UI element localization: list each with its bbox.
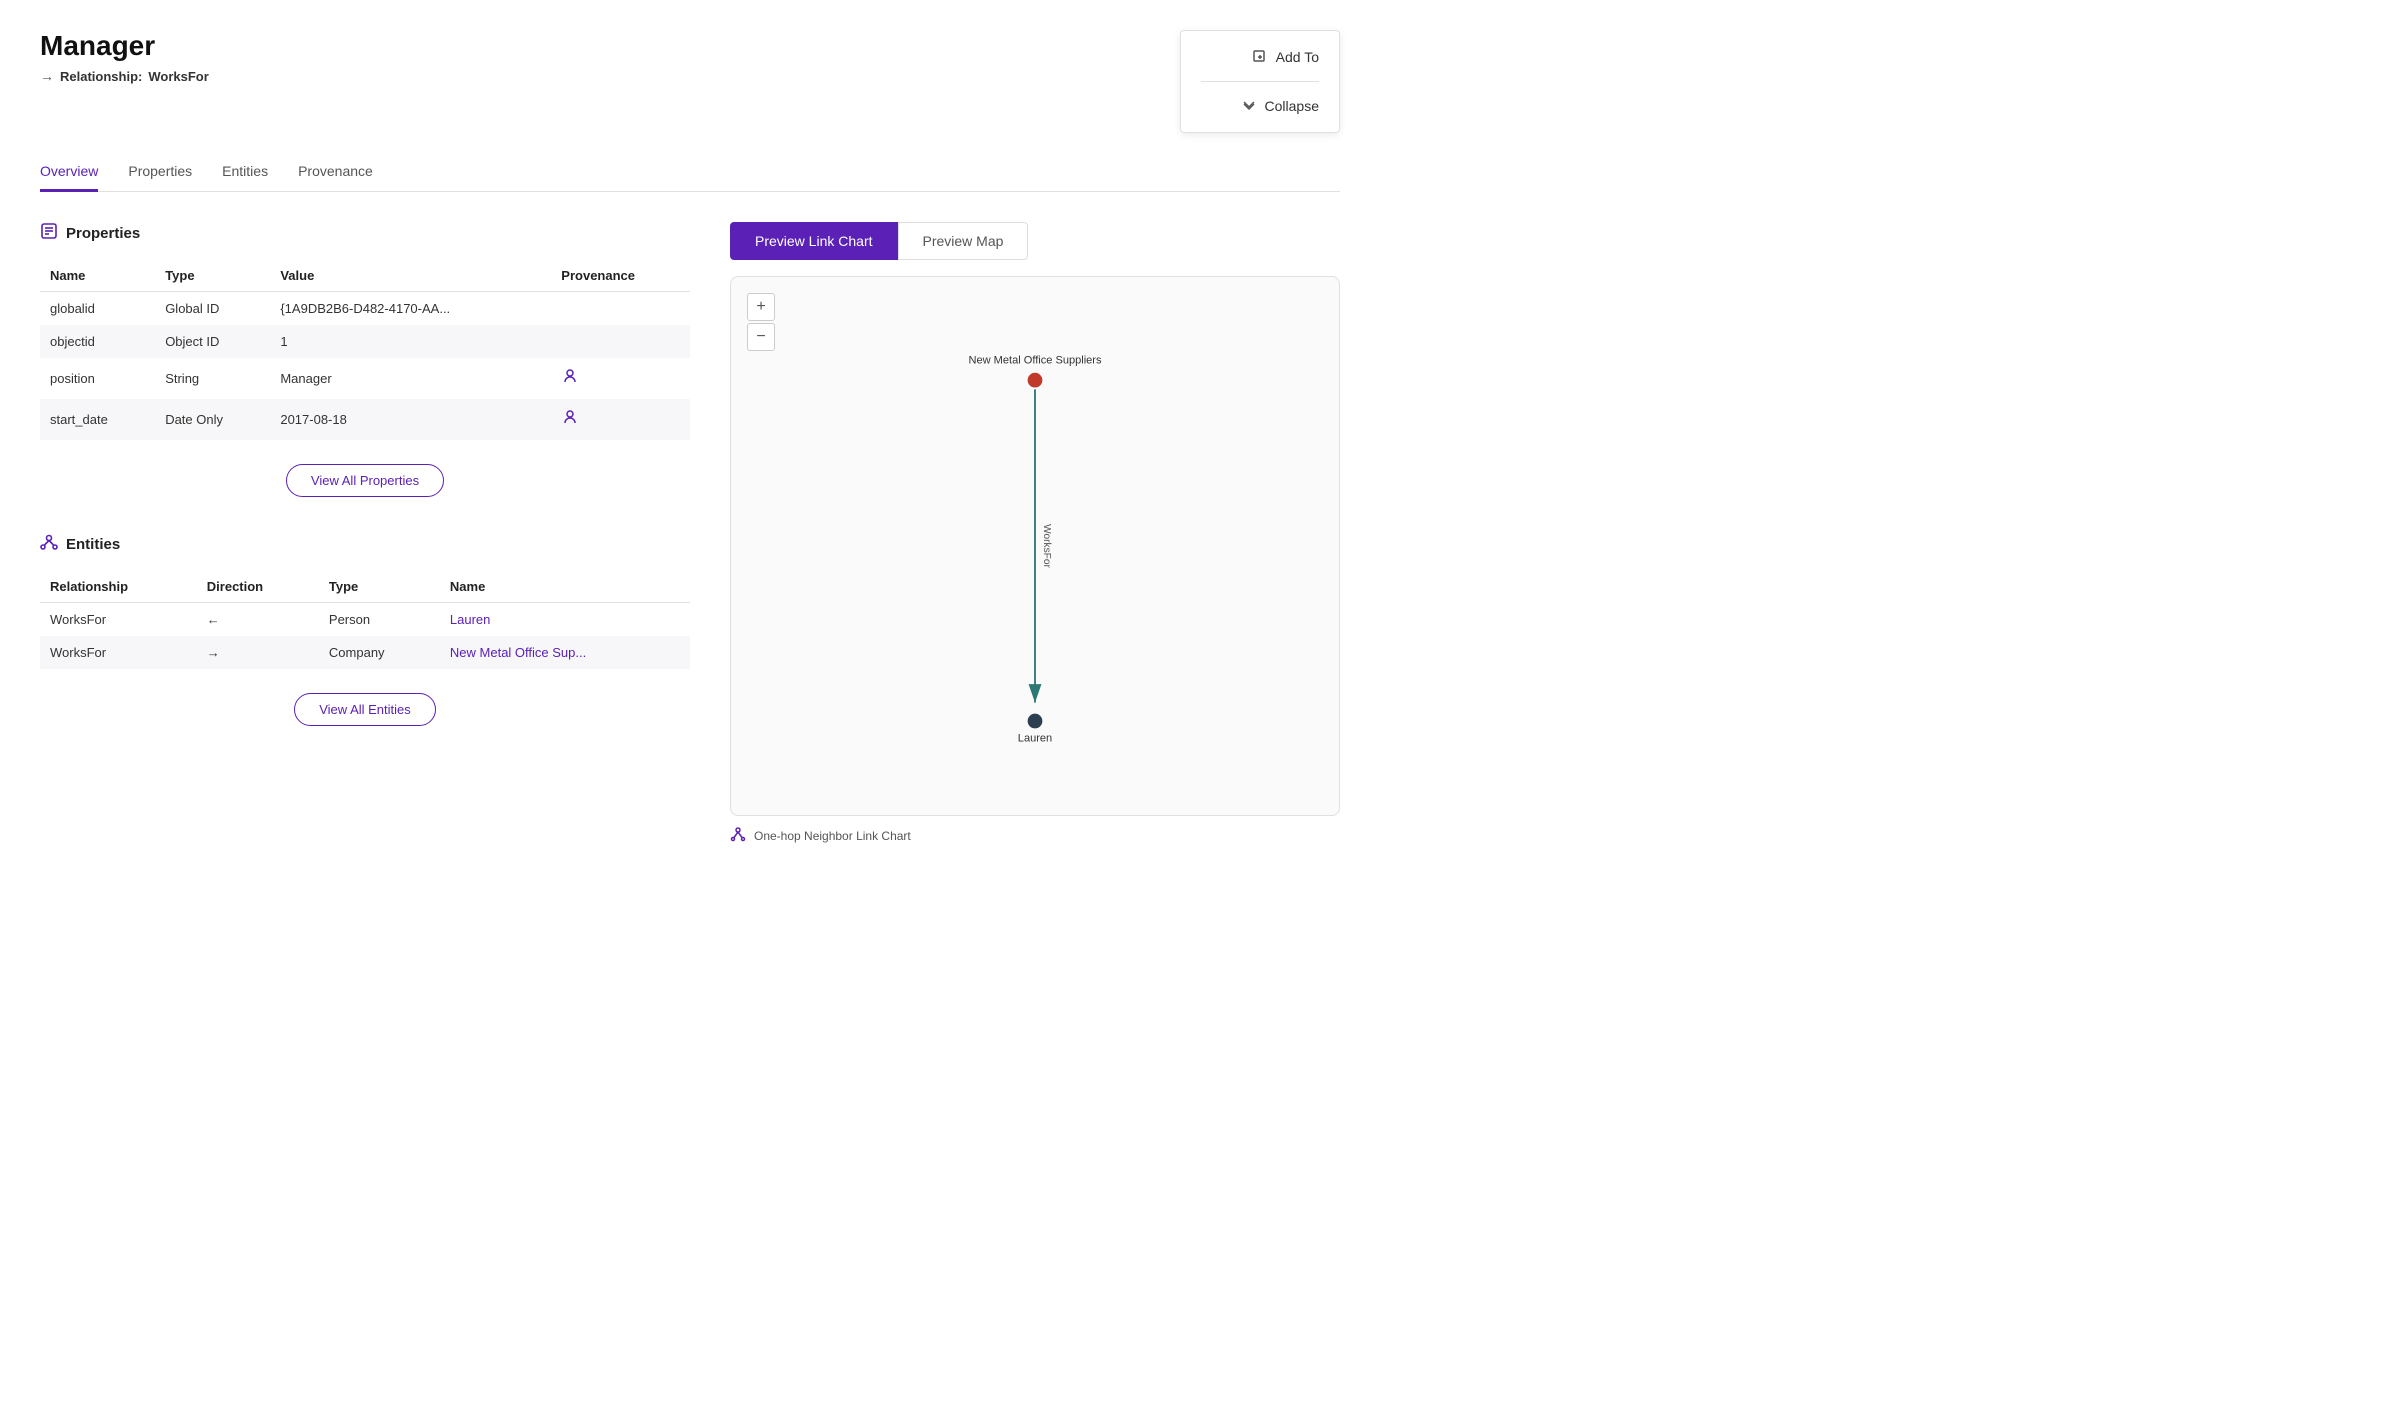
collapse-button[interactable]: Collapse — [1241, 96, 1319, 116]
main-tabs: Overview Properties Entities Provenance — [40, 153, 1340, 192]
prop-type: Date Only — [155, 399, 270, 440]
add-to-button[interactable]: Add To — [1252, 47, 1319, 67]
preview-link-chart-tab[interactable]: Preview Link Chart — [730, 222, 898, 260]
tab-properties[interactable]: Properties — [128, 153, 192, 192]
entities-title: Entities — [66, 536, 120, 553]
prop-value: {1A9DB2B6-D482-4170-AA... — [270, 292, 551, 326]
provenance-icon[interactable] — [561, 372, 579, 389]
prop-name: globalid — [40, 292, 155, 326]
prop-name: objectid — [40, 325, 155, 358]
col-value: Value — [270, 260, 551, 292]
table-row: globalid Global ID {1A9DB2B6-D482-4170-A… — [40, 292, 690, 326]
properties-title: Properties — [66, 225, 140, 242]
zoom-controls: + − — [747, 293, 775, 351]
table-row: objectid Object ID 1 — [40, 325, 690, 358]
col-type: Type — [155, 260, 270, 292]
prop-provenance — [551, 399, 690, 440]
ent-col-relationship: Relationship — [40, 571, 197, 603]
prop-value: Manager — [270, 358, 551, 399]
properties-table: Name Type Value Provenance globalid Glob… — [40, 260, 690, 440]
tab-entities[interactable]: Entities — [222, 153, 268, 192]
table-row: WorksFor ← Person Lauren — [40, 603, 690, 637]
table-row: WorksFor → Company New Metal Office Sup.… — [40, 636, 690, 669]
add-to-label: Add To — [1276, 49, 1319, 65]
tab-overview[interactable]: Overview — [40, 153, 98, 192]
prop-type: Global ID — [155, 292, 270, 326]
tab-provenance[interactable]: Provenance — [298, 153, 373, 192]
preview-tabs: Preview Link Chart Preview Map — [730, 222, 1340, 260]
collapse-label: Collapse — [1265, 98, 1319, 114]
ent-type: Company — [319, 636, 440, 669]
view-all-properties-button[interactable]: View All Properties — [286, 464, 444, 497]
prop-value: 2017-08-18 — [270, 399, 551, 440]
relationship-arrow: → — [40, 68, 54, 84]
svg-text:New Metal Office Suppliers: New Metal Office Suppliers — [968, 355, 1102, 367]
table-row: start_date Date Only 2017-08-18 — [40, 399, 690, 440]
relationship-name: WorksFor — [148, 69, 208, 84]
zoom-out-button[interactable]: − — [747, 323, 775, 351]
ent-relationship: WorksFor — [40, 603, 197, 637]
col-provenance: Provenance — [551, 260, 690, 292]
view-all-entities-button[interactable]: View All Entities — [294, 693, 436, 726]
action-panel: Add To Collapse — [1180, 30, 1340, 133]
ent-col-type: Type — [319, 571, 440, 603]
svg-text:Lauren: Lauren — [1018, 732, 1052, 744]
ent-name[interactable]: New Metal Office Sup... — [440, 636, 690, 669]
entities-section: Entities Relationship Direction Type Nam… — [40, 533, 690, 726]
entity-link[interactable]: Lauren — [450, 612, 490, 627]
prop-provenance — [551, 358, 690, 399]
ent-direction: → — [197, 636, 319, 669]
prop-value: 1 — [270, 325, 551, 358]
svg-text:WorksFor: WorksFor — [1041, 524, 1052, 568]
entities-table: Relationship Direction Type Name WorksFo… — [40, 571, 690, 669]
prop-provenance — [551, 292, 690, 326]
panel-divider — [1201, 81, 1319, 82]
page-title: Manager — [40, 30, 209, 62]
collapse-icon — [1241, 98, 1257, 114]
entity-link[interactable]: New Metal Office Sup... — [450, 645, 586, 660]
ent-name[interactable]: Lauren — [440, 603, 690, 637]
link-chart-svg: WorksFor New Metal Office Suppliers Laur… — [731, 277, 1339, 815]
prop-provenance — [551, 325, 690, 358]
preview-map-tab[interactable]: Preview Map — [898, 222, 1029, 260]
properties-section: Properties Name Type Value Provenance — [40, 222, 690, 497]
chart-footer: One-hop Neighbor Link Chart — [730, 826, 1340, 845]
prop-type: String — [155, 358, 270, 399]
properties-icon — [40, 222, 58, 244]
entities-icon — [40, 533, 58, 555]
ent-col-direction: Direction — [197, 571, 319, 603]
provenance-icon[interactable] — [561, 413, 579, 430]
prop-name: start_date — [40, 399, 155, 440]
prop-name: position — [40, 358, 155, 399]
zoom-in-button[interactable]: + — [747, 293, 775, 321]
table-row: position String Manager — [40, 358, 690, 399]
add-to-icon — [1252, 49, 1268, 65]
col-name: Name — [40, 260, 155, 292]
relationship-prefix: Relationship: — [60, 69, 142, 84]
link-chart-container: + − WorksFor — [730, 276, 1340, 816]
prop-type: Object ID — [155, 325, 270, 358]
ent-type: Person — [319, 603, 440, 637]
footer-icon — [730, 826, 746, 845]
ent-col-name: Name — [440, 571, 690, 603]
ent-direction: ← — [197, 603, 319, 637]
ent-relationship: WorksFor — [40, 636, 197, 669]
footer-label: One-hop Neighbor Link Chart — [754, 829, 911, 843]
